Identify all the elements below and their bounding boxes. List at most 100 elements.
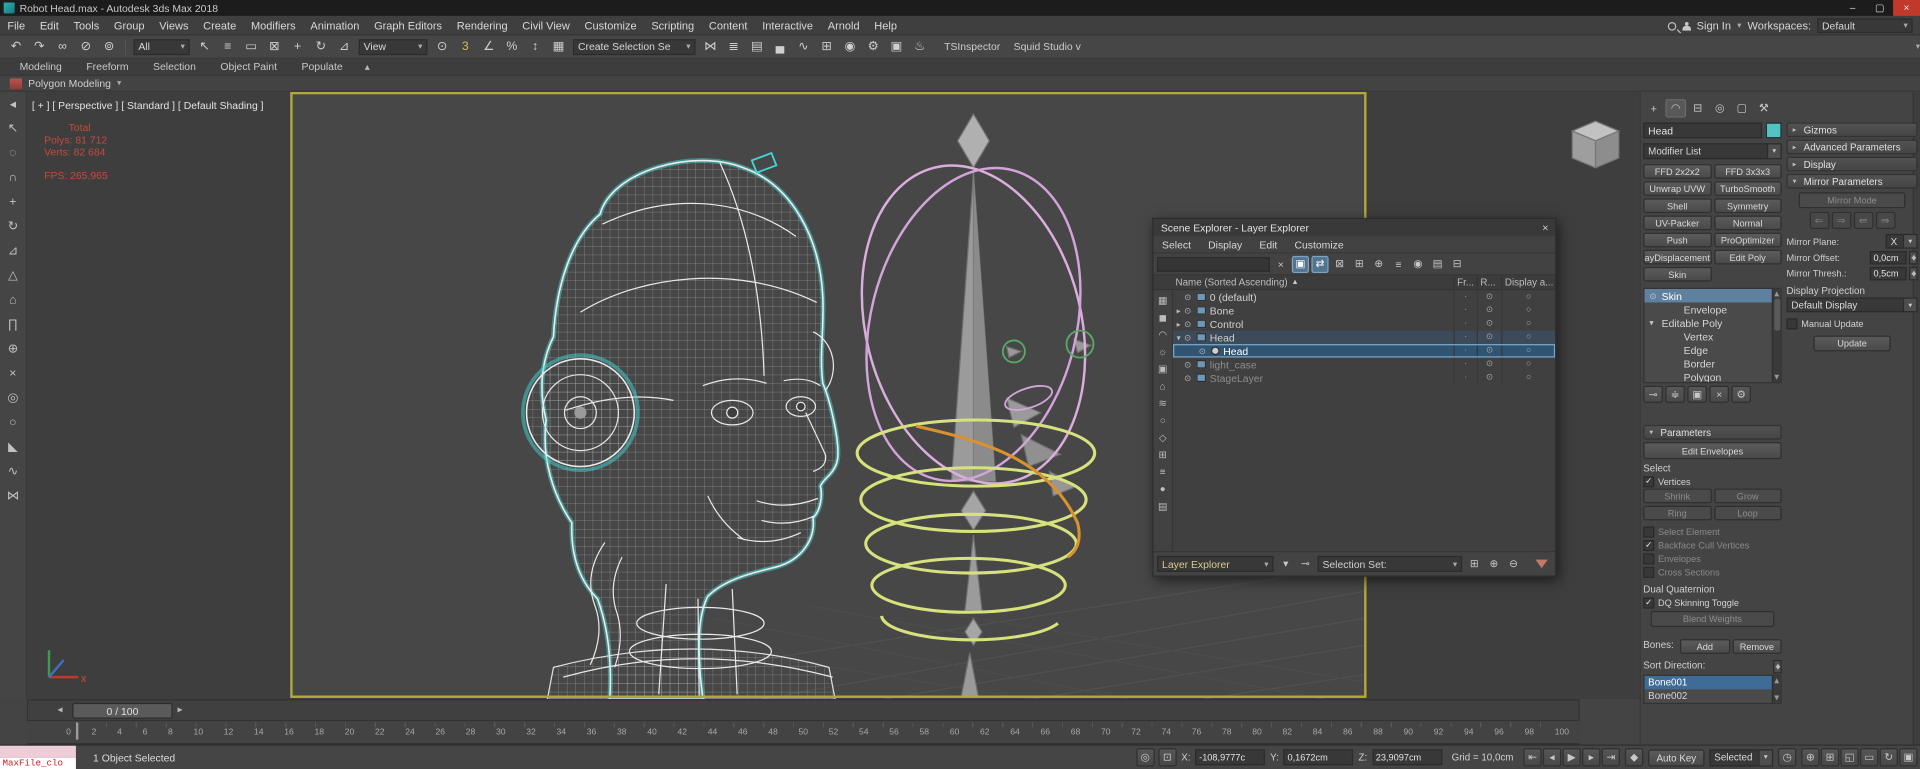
unlink-selection-icon[interactable]: ⊘	[75, 36, 97, 57]
auto-key-button[interactable]: Auto Key	[1648, 748, 1705, 766]
time-forward-icon[interactable]: ▸	[178, 704, 183, 715]
modifier-button[interactable]: ProOptimizer	[1713, 232, 1782, 248]
delete-layer-icon[interactable]: ⊟	[1449, 255, 1466, 272]
bridge-tool-icon[interactable]: ∏	[2, 315, 24, 336]
pin-stack-icon[interactable]: ⊸	[1643, 385, 1663, 403]
modifier-toggle-icon[interactable]: ▾	[1649, 318, 1661, 328]
modifier-button[interactable]: ayDisplacementM	[1643, 249, 1712, 265]
bone-list-item[interactable]: Bone001	[1644, 675, 1781, 690]
chamfer-tool-icon[interactable]: ◣	[2, 437, 24, 458]
scene-explorer-title-bar[interactable]: Scene Explorer - Layer Explorer ×	[1153, 219, 1556, 237]
render-toggle[interactable]: ⊙	[1476, 290, 1501, 304]
modifier-stack-row[interactable]: ▾ Editable Poly	[1644, 316, 1780, 329]
layer-color-chip[interactable]	[1211, 346, 1220, 356]
list-item[interactable]: ▸ Control · ⊙ ○	[1173, 317, 1555, 331]
modifier-button[interactable]: Shell	[1643, 198, 1712, 214]
display-materials-filter-icon[interactable]: ●	[1155, 481, 1171, 497]
modifier-toggle-icon[interactable]: ⊙	[1649, 291, 1661, 301]
move-tool-icon[interactable]: +	[2, 192, 24, 213]
mirror-plane-dropdown[interactable]: X ▾	[1885, 233, 1918, 249]
vertices-checkbox[interactable]: ✓ Vertices	[1643, 475, 1781, 488]
create-tab[interactable]: +	[1643, 99, 1664, 117]
visibility-eye-icon[interactable]	[1184, 359, 1196, 369]
modifier-stack-row[interactable]: Border	[1644, 356, 1780, 369]
display-helpers-filter-icon[interactable]: ⌂	[1155, 378, 1171, 394]
lasso-tool-icon[interactable]: ◌	[2, 143, 24, 164]
backface-cull-checkbox[interactable]: ✓ Backface Cull Vertices	[1643, 539, 1781, 552]
modifier-button[interactable]: Push	[1643, 232, 1712, 248]
frozen-toggle[interactable]: ·	[1453, 303, 1476, 318]
ribbon-tab[interactable]: Modeling	[7, 59, 74, 75]
scene-explorer-menu-item[interactable]: Edit	[1251, 238, 1286, 250]
paste-green-to-blue-bones-icon[interactable]: ⇐	[1809, 211, 1829, 229]
listener-pane[interactable]: MaxFile_clo	[0, 757, 76, 769]
use-pivot-point-icon[interactable]: ⊙	[431, 36, 453, 57]
selection-filter-dropdown[interactable]: All ▾	[133, 38, 190, 55]
select-and-link-icon[interactable]: ∞	[51, 36, 73, 57]
modifier-button[interactable]: UV-Packer	[1643, 215, 1712, 231]
zoom-icon[interactable]: ⊕	[1801, 748, 1820, 767]
rollout-collapsed[interactable]: ▸ Display	[1786, 156, 1918, 172]
ribbon-tab[interactable]: Populate	[289, 59, 355, 75]
display-lights-filter-icon[interactable]: ☼	[1155, 344, 1171, 360]
display-xrefs-filter-icon[interactable]: ◇	[1155, 430, 1171, 446]
viewport-tab-arrow-icon[interactable]: ◂	[2, 94, 24, 115]
highlight-layer-icon[interactable]: ▤	[1429, 255, 1446, 272]
material-editor-icon[interactable]: ◉	[839, 36, 861, 57]
bone-list-item[interactable]: Bone002	[1644, 689, 1780, 702]
ribbon-tab[interactable]: Object Paint	[208, 59, 289, 75]
display-containers-filter-icon[interactable]: ≡	[1155, 464, 1171, 480]
time-configuration-icon[interactable]: ◷	[1777, 748, 1797, 767]
display-tab[interactable]: ▢	[1731, 99, 1752, 117]
list-item[interactable]: light_case · ⊙ ○	[1173, 357, 1555, 372]
scene-explorer-menu-item[interactable]: Customize	[1286, 238, 1352, 250]
filter-funnel-icon[interactable]	[1535, 559, 1548, 569]
sync-selection-icon[interactable]: ⇄	[1311, 255, 1329, 273]
selection-set-dropdown[interactable]: Selection Set: ▾	[1317, 555, 1463, 572]
shrink-button[interactable]: Shrink	[1643, 488, 1712, 504]
display-layers-filter-icon[interactable]: ▤	[1155, 498, 1171, 514]
blend-weights-button[interactable]: Blend Weights	[1650, 611, 1775, 627]
menu-item[interactable]: Rendering	[449, 15, 515, 35]
render-production-icon[interactable]: ♨	[909, 36, 931, 57]
select-and-rotate-icon[interactable]: ↻	[310, 36, 332, 57]
menu-item[interactable]: Animation	[303, 15, 367, 35]
rollout-mirror-parameters[interactable]: ▾ Mirror Parameters	[1786, 173, 1918, 189]
frozen-toggle[interactable]: ·	[1453, 357, 1476, 372]
window-crossing-icon[interactable]: ⊠	[263, 36, 285, 57]
render-toggle[interactable]: ⊙	[1476, 330, 1501, 345]
display-toggle[interactable]: ○	[1501, 344, 1555, 358]
time-slider[interactable]: ◂ 0 / 100 ▸	[26, 699, 1580, 722]
render-toggle[interactable]: ⊙	[1476, 317, 1501, 331]
menu-item[interactable]: Content	[702, 15, 755, 35]
list-item[interactable]: StageLayer · ⊙ ○	[1173, 371, 1555, 385]
previous-frame-icon[interactable]: ◂	[1542, 748, 1562, 767]
create-selection-set-icon[interactable]: ⊞	[1466, 555, 1483, 572]
display-all-filter-icon[interactable]: ▦	[1155, 293, 1171, 309]
rendered-frame-window-icon[interactable]: ▣	[885, 36, 907, 57]
sign-in-button[interactable]: Sign In	[1697, 20, 1731, 32]
ribbon-toggle-icon[interactable]: ▄	[769, 36, 791, 57]
display-projection-dropdown[interactable]: Default Display ▾	[1786, 297, 1918, 313]
y-coordinate-field[interactable]: 0,1672cm	[1283, 749, 1354, 766]
update-button[interactable]: Update	[1813, 335, 1891, 352]
object-color-swatch[interactable]	[1765, 122, 1782, 139]
lock-cell-editing-icon[interactable]: ⊠	[1331, 255, 1348, 272]
display-toggle[interactable]: ○	[1501, 371, 1555, 385]
minimize-button[interactable]: –	[1839, 0, 1866, 16]
dq-skinning-toggle-checkbox[interactable]: ✓ DQ Skinning Toggle	[1643, 596, 1781, 609]
explorer-preset-dropdown[interactable]: Layer Explorer ▾	[1157, 555, 1274, 572]
set-key-icon[interactable]: ◆	[1624, 748, 1644, 767]
layer-color-chip[interactable]	[1196, 306, 1207, 315]
loop-button[interactable]: Loop	[1713, 505, 1782, 521]
modifier-list-dropdown[interactable]: Modifier List ▾	[1643, 143, 1782, 160]
render-toggle[interactable]: ⊙	[1476, 357, 1501, 372]
column-header-display[interactable]: Display a...	[1501, 276, 1555, 288]
home-grid-icon[interactable]: ⌂	[2, 290, 24, 311]
ring-tool-icon[interactable]: ○	[2, 413, 24, 434]
frozen-toggle[interactable]: ·	[1453, 317, 1476, 331]
mirror-offset-spinner[interactable]	[1908, 250, 1918, 264]
layer-color-chip[interactable]	[1196, 360, 1207, 369]
scroll-down-icon[interactable]	[1774, 695, 1780, 701]
menu-item[interactable]: Help	[867, 15, 904, 35]
